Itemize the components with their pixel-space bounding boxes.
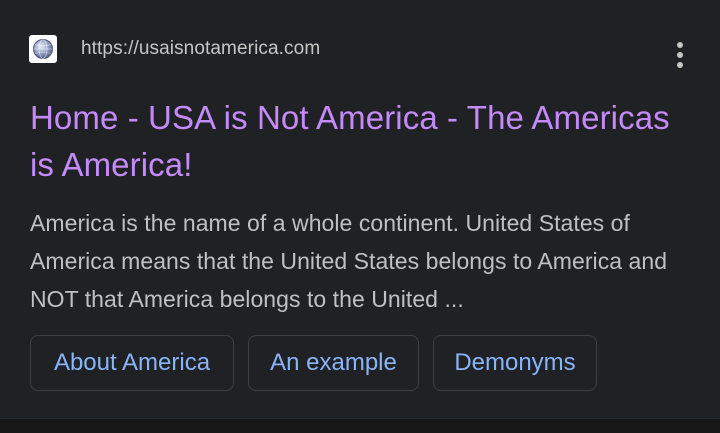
search-result-card: https://usaisnotamerica.com Home - USA i…: [0, 0, 720, 418]
sitelink-an-example[interactable]: An example: [248, 335, 419, 391]
more-vert-icon: [676, 41, 684, 72]
results-divider: [0, 418, 720, 433]
result-source-row[interactable]: https://usaisnotamerica.com: [29, 33, 320, 65]
sitelink-about-america[interactable]: About America: [30, 335, 234, 391]
sitelink-demonyms[interactable]: Demonyms: [433, 335, 597, 391]
more-options-button[interactable]: [664, 40, 696, 72]
result-title-link[interactable]: Home - USA is Not America - The Americas…: [30, 94, 670, 188]
globe-icon[interactable]: [29, 35, 57, 63]
result-snippet: America is the name of a whole continent…: [30, 210, 668, 312]
result-url[interactable]: https://usaisnotamerica.com: [81, 38, 320, 60]
